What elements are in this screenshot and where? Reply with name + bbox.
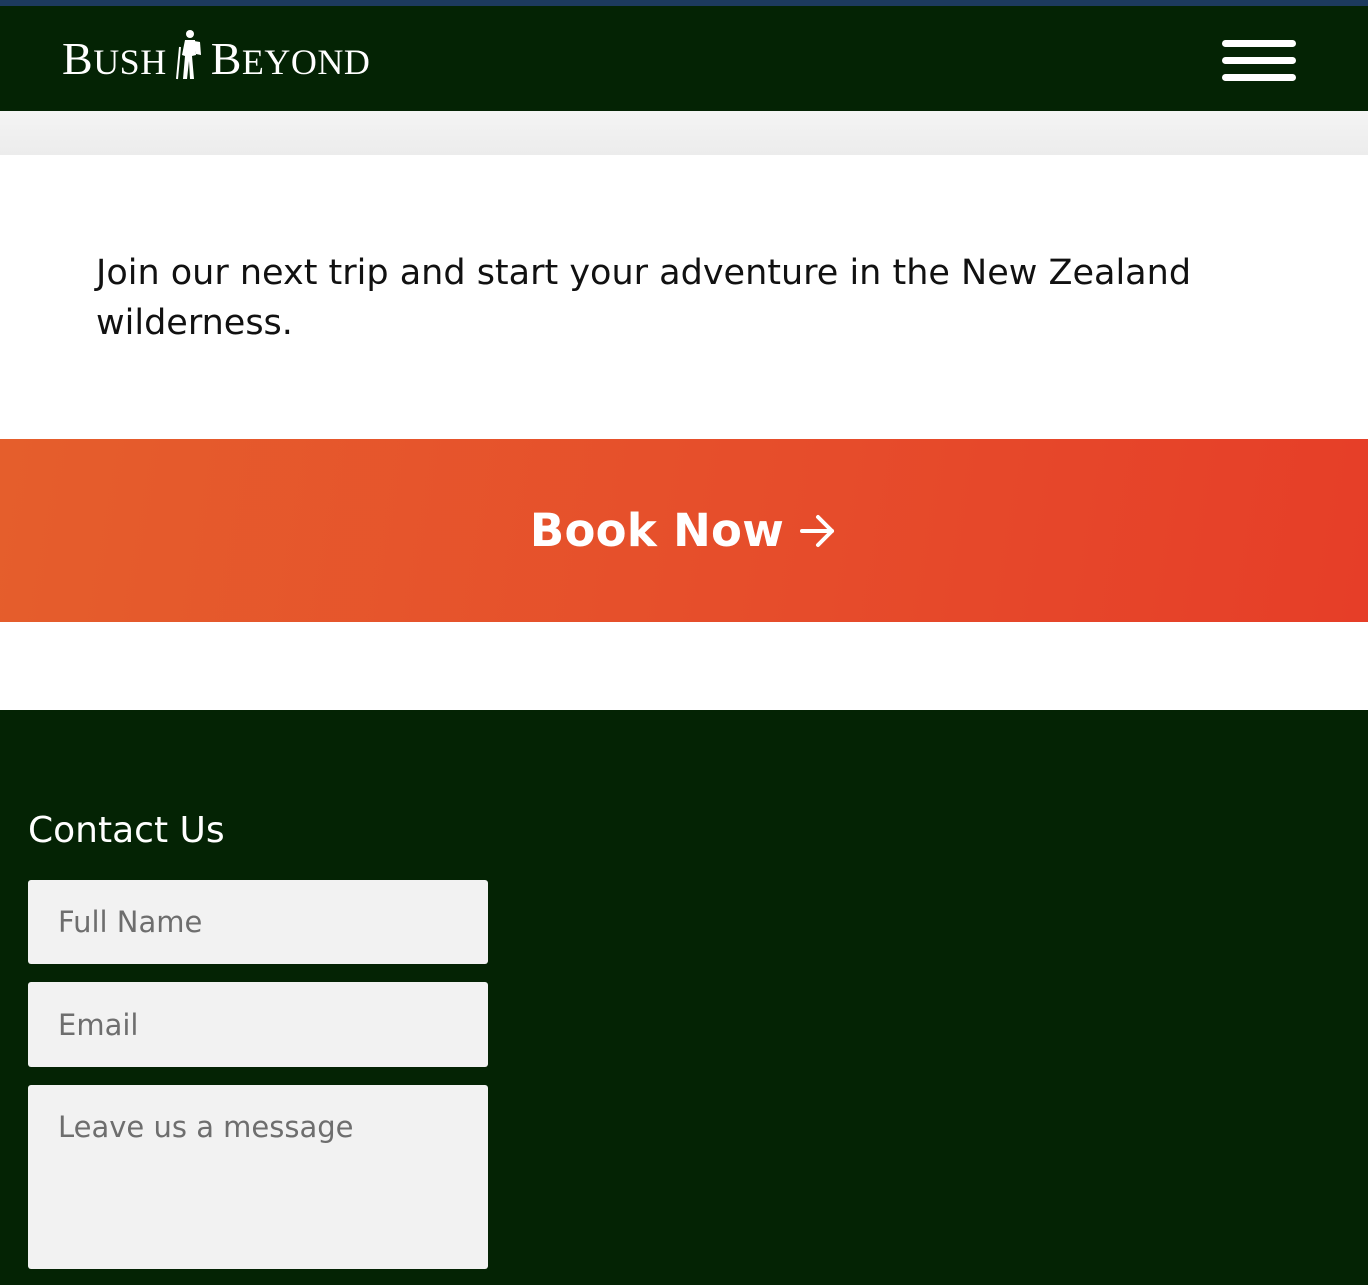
contact-title: Contact Us	[28, 810, 225, 851]
hiker-icon	[175, 29, 205, 81]
brand-logo[interactable]: BUSH BEYOND	[62, 28, 370, 88]
book-now-button[interactable]: Book Now	[0, 439, 1368, 622]
intro-text: Join our next trip and start your advent…	[96, 253, 1192, 343]
hamburger-menu-icon[interactable]	[1222, 34, 1296, 88]
email-input[interactable]	[28, 982, 488, 1067]
header-shadow-band	[0, 111, 1368, 155]
site-footer: Contact Us	[0, 710, 1368, 1285]
arrow-right-icon	[798, 511, 838, 551]
menu-bar	[1222, 40, 1296, 47]
menu-bar	[1222, 74, 1296, 81]
message-textarea[interactable]	[28, 1085, 488, 1269]
full-name-input[interactable]	[28, 880, 488, 964]
logo-text-right: BEYOND	[210, 32, 371, 84]
site-header: BUSH BEYOND	[0, 6, 1368, 111]
logo-text-left: BUSH	[62, 32, 167, 84]
book-now-label: Book Now	[529, 504, 785, 557]
menu-bar	[1222, 57, 1296, 64]
